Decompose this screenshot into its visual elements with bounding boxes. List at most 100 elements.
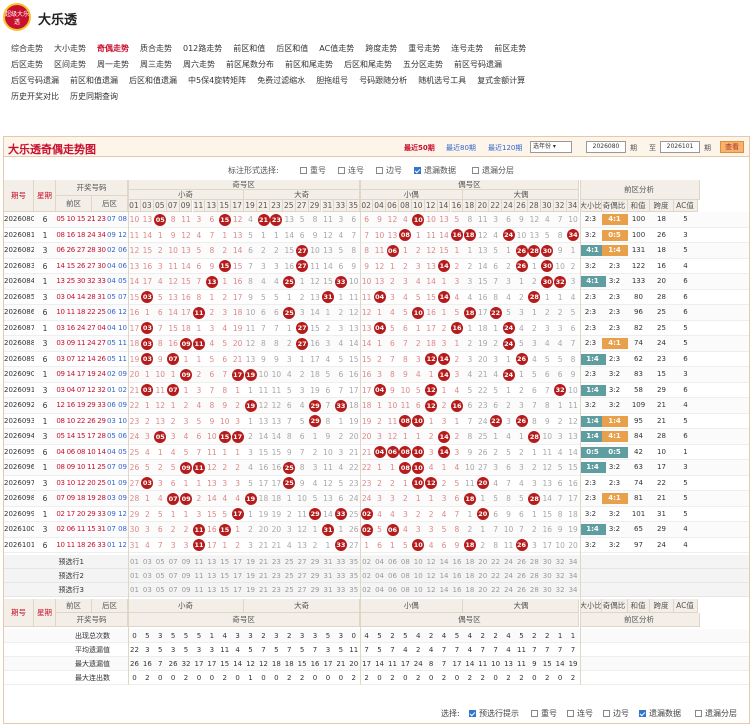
predict-num[interactable]: 05 bbox=[154, 583, 167, 597]
predict-num[interactable]: 28 bbox=[528, 555, 541, 569]
nav-link[interactable]: 历史开奖对比 bbox=[0, 91, 59, 102]
predict-num[interactable]: 31 bbox=[322, 555, 335, 569]
predict-num[interactable]: 11 bbox=[193, 569, 206, 583]
predict-num[interactable]: 04 bbox=[373, 569, 386, 583]
predict-num[interactable]: 02 bbox=[360, 555, 373, 569]
nav-link[interactable]: 012路走势 bbox=[172, 43, 222, 54]
predict-num[interactable]: 34 bbox=[567, 555, 580, 569]
predict-num[interactable]: 24 bbox=[502, 583, 515, 597]
predict-num[interactable]: 07 bbox=[167, 583, 180, 597]
predict-num[interactable]: 35 bbox=[347, 555, 360, 569]
predict-num[interactable]: 06 bbox=[386, 583, 399, 597]
predict-num[interactable]: 08 bbox=[399, 583, 412, 597]
nav-link[interactable]: 历史同期查询 bbox=[59, 91, 118, 102]
predict-num[interactable]: 27 bbox=[296, 555, 309, 569]
predict-num[interactable]: 15 bbox=[218, 555, 231, 569]
bottom-option[interactable]: 遗漏数据 bbox=[639, 708, 681, 719]
predict-num[interactable]: 04 bbox=[373, 555, 386, 569]
predict-num[interactable]: 35 bbox=[347, 583, 360, 597]
predict-num[interactable]: 02 bbox=[360, 569, 373, 583]
predict-num[interactable]: 33 bbox=[334, 555, 347, 569]
nav-link[interactable]: 周六走势 bbox=[172, 59, 215, 70]
period-to-input[interactable]: 2026101 bbox=[660, 141, 700, 153]
bottom-option[interactable]: 连号 bbox=[567, 708, 593, 719]
nav-link[interactable]: 重号走势 bbox=[397, 43, 440, 54]
nav-link[interactable]: 复式金额计算 bbox=[466, 75, 525, 86]
nav-link[interactable]: 号码跟随分析 bbox=[348, 75, 407, 86]
predict-num[interactable]: 01 bbox=[128, 569, 141, 583]
nav-link[interactable]: 随机选号工具 bbox=[407, 75, 466, 86]
nav-link[interactable]: 连号走势 bbox=[440, 43, 483, 54]
period-from-input[interactable]: 2026080 bbox=[586, 141, 626, 153]
bottom-option[interactable]: 遗漏分层 bbox=[695, 708, 737, 719]
predict-num[interactable]: 26 bbox=[515, 569, 528, 583]
predict-num[interactable]: 24 bbox=[502, 555, 515, 569]
predict-num[interactable]: 07 bbox=[167, 555, 180, 569]
predict-num[interactable]: 30 bbox=[541, 569, 554, 583]
predict-num[interactable]: 06 bbox=[386, 569, 399, 583]
predict-num[interactable]: 21 bbox=[257, 569, 270, 583]
predict-num[interactable]: 25 bbox=[283, 569, 296, 583]
query-button[interactable]: 查看 bbox=[720, 141, 744, 153]
predict-num[interactable]: 12 bbox=[425, 555, 438, 569]
predict-num[interactable]: 15 bbox=[218, 583, 231, 597]
predict-num[interactable]: 32 bbox=[554, 569, 567, 583]
checkbox-icon[interactable] bbox=[695, 710, 702, 717]
nav-link[interactable]: 胆拖组号 bbox=[305, 75, 348, 86]
predict-num[interactable]: 17 bbox=[231, 569, 244, 583]
predict-num[interactable]: 27 bbox=[296, 583, 309, 597]
nav-link[interactable]: 五分区走势 bbox=[392, 59, 443, 70]
checkbox-icon[interactable] bbox=[639, 710, 646, 717]
predict-num[interactable]: 22 bbox=[489, 569, 502, 583]
predict-num[interactable]: 11 bbox=[193, 555, 206, 569]
nav-link[interactable]: 奇偶走势 bbox=[86, 43, 129, 54]
predict-num[interactable]: 23 bbox=[270, 569, 283, 583]
mark-option[interactable]: 连号 bbox=[338, 165, 364, 176]
predict-num[interactable]: 01 bbox=[128, 583, 141, 597]
predict-num[interactable]: 30 bbox=[541, 583, 554, 597]
mark-option[interactable]: 遗漏分层 bbox=[472, 165, 514, 176]
predict-num[interactable]: 06 bbox=[386, 555, 399, 569]
nav-link[interactable]: 前区和值遗漏 bbox=[59, 75, 118, 86]
predict-num[interactable]: 19 bbox=[244, 583, 257, 597]
predict-num[interactable]: 02 bbox=[360, 583, 373, 597]
predict-num[interactable]: 10 bbox=[412, 555, 425, 569]
predict-num[interactable]: 35 bbox=[347, 569, 360, 583]
predict-num[interactable]: 28 bbox=[528, 569, 541, 583]
predict-num[interactable]: 34 bbox=[567, 583, 580, 597]
predict-num[interactable]: 03 bbox=[141, 583, 154, 597]
checkbox-icon[interactable] bbox=[414, 167, 421, 174]
predict-num[interactable]: 32 bbox=[554, 583, 567, 597]
bottom-option[interactable]: 边号 bbox=[603, 708, 629, 719]
predict-num[interactable]: 12 bbox=[425, 569, 438, 583]
predict-num[interactable]: 04 bbox=[373, 583, 386, 597]
nav-link[interactable]: 跨度走势 bbox=[354, 43, 397, 54]
predict-num[interactable]: 29 bbox=[309, 569, 322, 583]
predict-num[interactable]: 12 bbox=[425, 583, 438, 597]
predict-num[interactable]: 10 bbox=[412, 583, 425, 597]
predict-num[interactable]: 05 bbox=[154, 555, 167, 569]
nav-link[interactable]: 质合走势 bbox=[129, 43, 172, 54]
predict-num[interactable]: 16 bbox=[451, 569, 464, 583]
predict-num[interactable]: 16 bbox=[451, 555, 464, 569]
predict-num[interactable]: 17 bbox=[231, 555, 244, 569]
nav-link[interactable]: 后区走势 bbox=[0, 59, 43, 70]
checkbox-icon[interactable] bbox=[603, 710, 610, 717]
predict-num[interactable]: 26 bbox=[515, 583, 528, 597]
predict-num[interactable]: 08 bbox=[399, 569, 412, 583]
nav-link[interactable]: 免费过滤缩水 bbox=[246, 75, 305, 86]
predict-num[interactable]: 07 bbox=[167, 569, 180, 583]
nav-link[interactable]: 后区和尾走势 bbox=[333, 59, 392, 70]
predict-num[interactable]: 03 bbox=[141, 569, 154, 583]
predict-num[interactable]: 26 bbox=[515, 555, 528, 569]
predict-num[interactable]: 10 bbox=[412, 569, 425, 583]
checkbox-icon[interactable] bbox=[338, 167, 345, 174]
predict-num[interactable]: 31 bbox=[322, 583, 335, 597]
predict-num[interactable]: 05 bbox=[154, 569, 167, 583]
predict-num[interactable]: 14 bbox=[438, 555, 451, 569]
predict-num[interactable]: 25 bbox=[283, 583, 296, 597]
predict-num[interactable]: 20 bbox=[476, 569, 489, 583]
predict-num[interactable]: 08 bbox=[399, 555, 412, 569]
predict-num[interactable]: 14 bbox=[438, 569, 451, 583]
predict-num[interactable]: 21 bbox=[257, 555, 270, 569]
